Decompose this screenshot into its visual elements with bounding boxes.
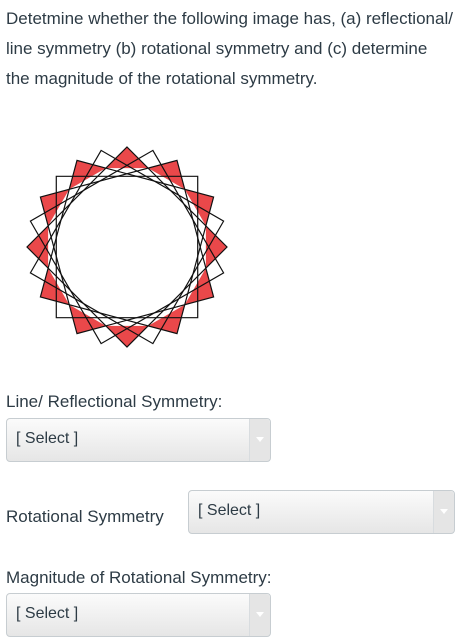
line-symmetry-select-value: [ Select ] [16,430,79,447]
line-symmetry-label: Line/ Reflectional Symmetry: [6,392,223,411]
chevron-down-icon [256,437,264,442]
chevron-down-icon [256,612,264,617]
rotated-square [55,175,199,319]
rotational-symmetry-dropdown-toggle[interactable] [433,491,454,533]
magnitude-select-value: [ Select ] [16,605,79,622]
chevron-down-icon [440,509,448,514]
magnitude-label: Magnitude of Rotational Symmetry: [6,568,272,587]
rotational-symmetry-select[interactable]: [ Select ] [188,490,455,534]
question-text: Detetmine whether the following image ha… [6,9,453,88]
magnitude-select[interactable]: [ Select ] [6,593,271,637]
line-symmetry-dropdown-toggle[interactable] [249,419,270,461]
line-symmetry-select[interactable]: [ Select ] [6,418,271,462]
magnitude-dropdown-toggle[interactable] [249,594,270,636]
rotational-symmetry-select-value: [ Select ] [198,502,261,519]
rotational-symmetry-label: Rotational Symmetry [6,507,164,526]
star-polygon-svg [26,146,228,348]
star-polygon-figure [12,132,242,362]
